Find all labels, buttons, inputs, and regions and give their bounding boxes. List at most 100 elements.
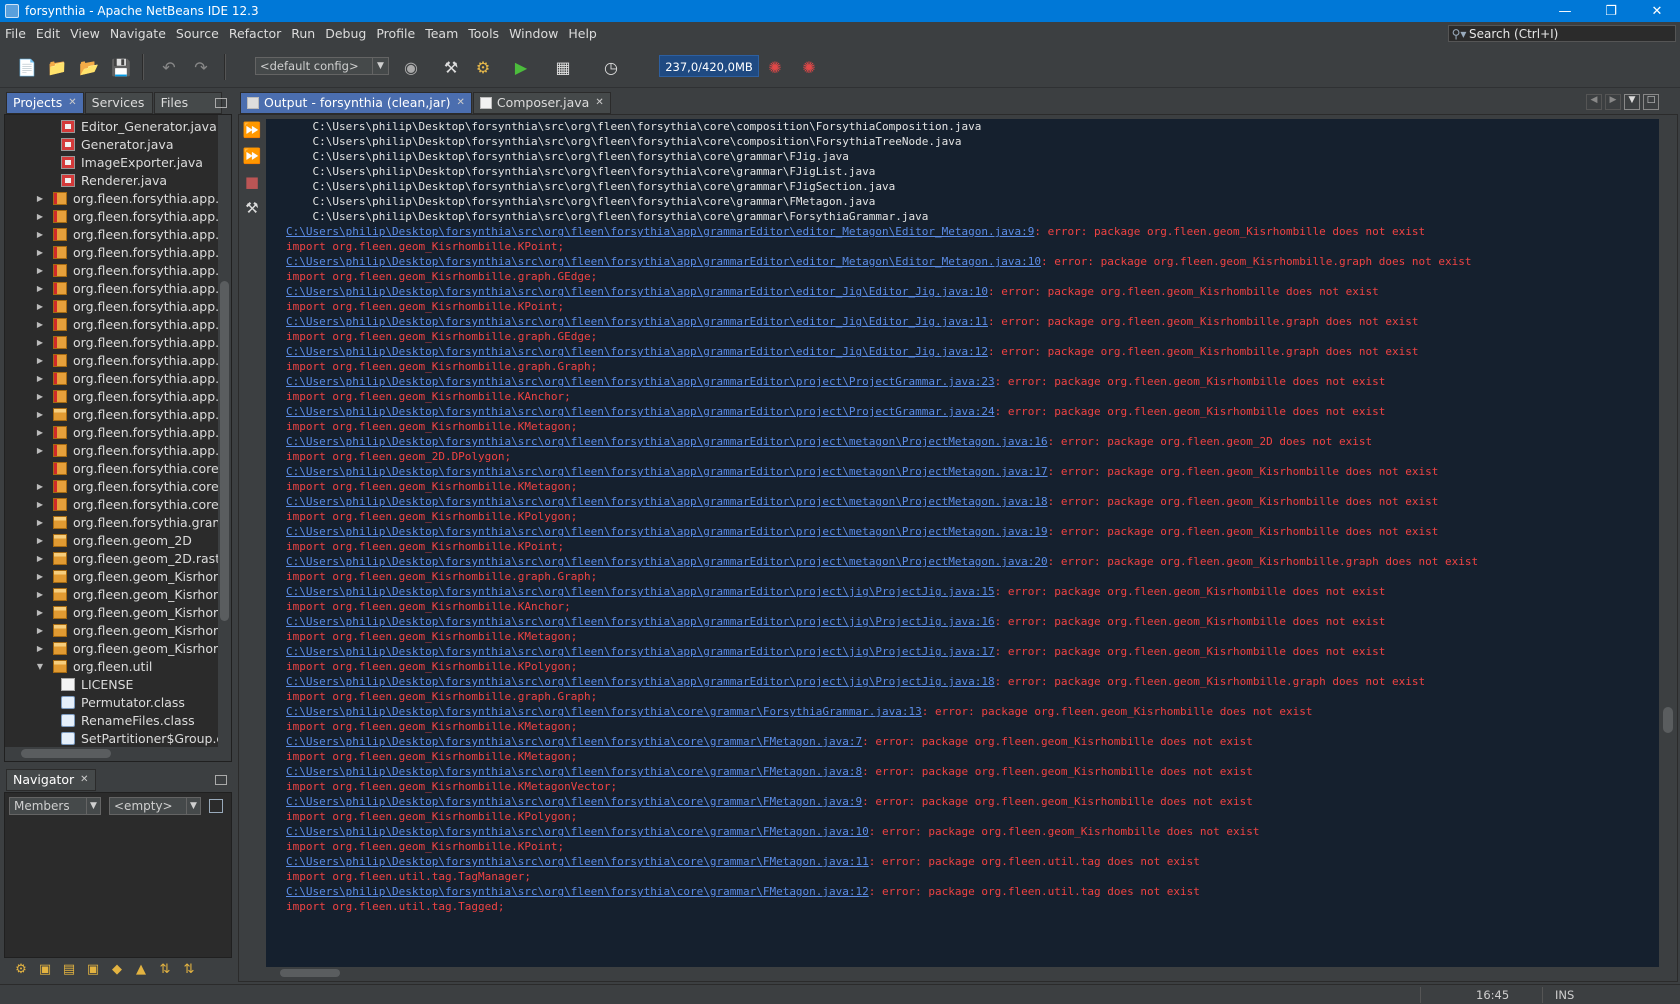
tree-node[interactable]: SetPartitioner$Group.c	[53, 729, 223, 747]
tab-composer-java[interactable]: Composer.java ✕	[472, 92, 611, 114]
new-file-icon[interactable]: 📄	[16, 56, 38, 78]
rerun-icon[interactable]: ⏩	[242, 121, 262, 141]
expand-toggle-icon[interactable]: ▶	[35, 626, 45, 635]
minimize-panel-icon[interactable]	[215, 98, 227, 108]
sort-name-icon[interactable]: ⇅	[156, 962, 174, 978]
tree-node[interactable]: ▶ org.fleen.geom_Kisrhomb	[35, 567, 231, 585]
error-location-link[interactable]: C:\Users\philip\Desktop\forsynthia\src\o…	[286, 255, 1041, 268]
error-location-link[interactable]: C:\Users\philip\Desktop\forsynthia\src\o…	[286, 435, 1048, 448]
close-icon[interactable]: ✕	[595, 92, 603, 114]
menu-window[interactable]: Window	[504, 26, 563, 41]
tab-output[interactable]: Output - forsynthia (clean,jar) ✕	[240, 92, 472, 114]
error-location-link[interactable]: C:\Users\philip\Desktop\forsynthia\src\o…	[286, 525, 1048, 538]
error-location-link[interactable]: C:\Users\philip\Desktop\forsynthia\src\o…	[286, 585, 995, 598]
scroll-right-icon[interactable]: ▶	[1605, 94, 1621, 110]
tree-node[interactable]: ▶ org.fleen.forsythia.core.co	[35, 477, 231, 495]
tree-node[interactable]: ▶ org.fleen.forsythia.app.gra	[35, 351, 231, 369]
open-project-icon[interactable]: 📂	[78, 56, 100, 78]
sort-icon[interactable]: ◆	[108, 962, 126, 978]
fields-icon[interactable]: ▣	[36, 962, 54, 978]
clean-build-icon[interactable]: ⚙	[472, 56, 494, 78]
tree-node[interactable]: ▶ org.fleen.geom_2D	[35, 531, 192, 549]
menu-tools[interactable]: Tools	[463, 26, 504, 41]
error-location-link[interactable]: C:\Users\philip\Desktop\forsynthia\src\o…	[286, 345, 988, 358]
menu-help[interactable]: Help	[563, 26, 602, 41]
tree-node[interactable]: RenameFiles.class	[53, 711, 195, 729]
tree-node[interactable]: Permutator.class	[53, 693, 185, 711]
tree-node[interactable]: ImageExporter.java	[53, 153, 203, 171]
expand-toggle-icon[interactable]: ▶	[35, 392, 45, 401]
debug-icon[interactable]: ▦	[552, 56, 574, 78]
menu-navigate[interactable]: Navigate	[105, 26, 171, 41]
tree-node[interactable]: ▶ org.fleen.forsythia.app.gra	[35, 297, 231, 315]
stop-icon[interactable]: ■	[242, 173, 262, 193]
close-button[interactable]: ✕	[1634, 0, 1680, 22]
error-location-link[interactable]: C:\Users\philip\Desktop\forsynthia\src\o…	[286, 735, 862, 748]
error-location-link[interactable]: C:\Users\philip\Desktop\forsynthia\src\o…	[286, 675, 995, 688]
show-opened-documents-icon[interactable]: ▼	[1624, 94, 1640, 110]
tree-node[interactable]: ▶ org.fleen.geom_2D.raster	[35, 549, 231, 567]
search-input[interactable]: Search (Ctrl+I)	[1469, 27, 1558, 41]
stop-gc-icon[interactable]: ✺	[798, 56, 820, 78]
expand-toggle-icon[interactable]: ▶	[35, 536, 45, 545]
filters-icon[interactable]	[209, 799, 223, 813]
tree-node[interactable]: ▶ org.fleen.forsythia.app.gra	[35, 225, 231, 243]
expand-toggle-icon[interactable]: ▶	[35, 302, 45, 311]
tab-projects[interactable]: Projects ✕	[6, 92, 84, 114]
tree-node[interactable]: ▶ org.fleen.forsythia.app.gra	[35, 189, 231, 207]
scrollbar-thumb[interactable]	[220, 281, 229, 621]
gc-icon[interactable]: ✺	[764, 56, 786, 78]
tree-node[interactable]: ▶ org.fleen.forsythia.app.gra	[35, 333, 231, 351]
tree-node[interactable]: ▶ org.fleen.forsythia.app.gra	[35, 423, 231, 441]
expand-toggle-icon[interactable]: ▶	[35, 572, 45, 581]
menu-source[interactable]: Source	[171, 26, 224, 41]
error-location-link[interactable]: C:\Users\philip\Desktop\forsynthia\src\o…	[286, 405, 995, 418]
minimize-button[interactable]: —	[1542, 0, 1588, 22]
scroll-left-icon[interactable]: ◀	[1586, 94, 1602, 110]
expand-toggle-icon[interactable]: ▶	[35, 356, 45, 365]
tree-node[interactable]: ▶ org.fleen.forsythia.app.gra	[35, 207, 231, 225]
error-location-link[interactable]: C:\Users\philip\Desktop\forsynthia\src\o…	[286, 885, 869, 898]
error-location-link[interactable]: C:\Users\philip\Desktop\forsynthia\src\o…	[286, 225, 1034, 238]
error-location-link[interactable]: C:\Users\philip\Desktop\forsynthia\src\o…	[286, 825, 869, 838]
new-project-icon[interactable]: 📁	[46, 56, 68, 78]
tab-navigator[interactable]: Navigator ✕	[6, 769, 96, 791]
expand-toggle-icon[interactable]: ▶	[35, 230, 45, 239]
error-location-link[interactable]: C:\Users\philip\Desktop\forsynthia\src\o…	[286, 705, 922, 718]
expand-toggle-icon[interactable]: ▶	[35, 338, 45, 347]
tree-node[interactable]: org.fleen.forsythia.core	[35, 459, 219, 477]
redo-icon[interactable]: ↷	[190, 56, 212, 78]
expand-toggle-icon[interactable]: ▶	[35, 212, 45, 221]
error-location-link[interactable]: C:\Users\philip\Desktop\forsynthia\src\o…	[286, 315, 988, 328]
filter-select[interactable]: <empty> ▼	[109, 797, 201, 815]
save-all-icon[interactable]: 💾	[110, 56, 132, 78]
tree-node[interactable]: ▶ org.fleen.forsythia.app.gra	[35, 387, 231, 405]
profile-icon[interactable]: ◷	[600, 56, 622, 78]
error-location-link[interactable]: C:\Users\philip\Desktop\forsynthia\src\o…	[286, 465, 1048, 478]
expand-toggle-icon[interactable]: ▼	[35, 662, 45, 671]
tab-files[interactable]: Files	[153, 92, 222, 114]
error-location-link[interactable]: C:\Users\philip\Desktop\forsynthia\src\o…	[286, 855, 869, 868]
menu-refactor[interactable]: Refactor	[224, 26, 286, 41]
expand-toggle-icon[interactable]: ▶	[35, 248, 45, 257]
error-location-link[interactable]: C:\Users\philip\Desktop\forsynthia\src\o…	[286, 555, 1048, 568]
expand-toggle-icon[interactable]: ▶	[35, 284, 45, 293]
vertical-scrollbar[interactable]	[218, 115, 231, 747]
filter-icon[interactable]: ⚙	[12, 962, 30, 978]
expand-toggle-icon[interactable]: ▶	[35, 590, 45, 599]
scrollbar-thumb[interactable]	[21, 749, 111, 758]
caret-position[interactable]: 16:45	[1476, 988, 1509, 1002]
scrollbar-thumb[interactable]	[1663, 707, 1673, 733]
tree-node[interactable]: Editor_Generator.java	[53, 117, 217, 135]
rerun-with-params-icon[interactable]: ⏩	[242, 147, 262, 167]
expand-toggle-icon[interactable]: ▶	[35, 428, 45, 437]
expand-toggle-icon[interactable]: ▶	[35, 644, 45, 653]
tree-node[interactable]: Generator.java	[53, 135, 174, 153]
tree-node[interactable]: ▶ org.fleen.geom_Kisrhomb	[35, 603, 231, 621]
run-icon[interactable]: ▶	[510, 56, 532, 78]
tree-node[interactable]: ▶ org.fleen.forsythia.app.gra	[35, 441, 231, 459]
tree-node[interactable]: ▶ org.fleen.geom_Kisrhomb	[35, 585, 231, 603]
expand-toggle-icon[interactable]: ▶	[35, 500, 45, 509]
tree-node[interactable]: Renderer.java	[53, 171, 167, 189]
tree-node[interactable]: ▶ org.fleen.forsythia.gramm	[35, 513, 231, 531]
